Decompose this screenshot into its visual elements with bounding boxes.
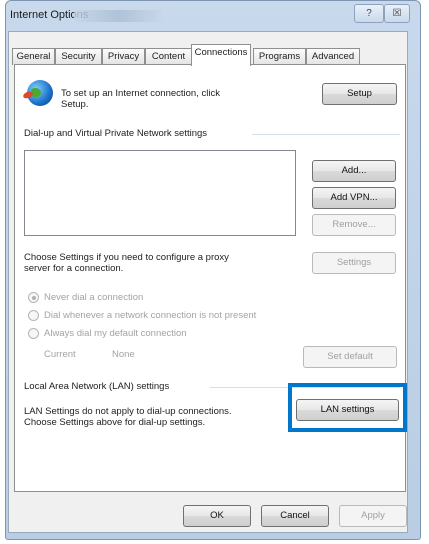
lan-settings-highlight-box <box>288 383 407 432</box>
lan-text-line2: Choose Settings above for dial-up settin… <box>24 417 206 428</box>
dialup-group-divider <box>252 134 400 135</box>
tab-content[interactable]: Content <box>145 48 192 65</box>
tab-security[interactable]: Security <box>55 48 102 65</box>
set-default-button[interactable]: Set default <box>303 346 397 368</box>
dialup-settings-button[interactable]: Settings <box>312 252 396 274</box>
close-button[interactable]: ☒ <box>384 4 410 23</box>
lan-group-label: Local Area Network (LAN) settings <box>24 381 170 392</box>
tab-strip: General Security Privacy Content Connect… <box>10 41 410 66</box>
current-value: None <box>112 349 135 360</box>
radio-never-dial-label: Never dial a connection <box>44 292 144 303</box>
radio-dial-whenever-label: Dial whenever a network connection is no… <box>44 310 257 321</box>
proxy-text-line2: server for a connection. <box>24 263 124 274</box>
radio-never-dial[interactable] <box>28 292 39 303</box>
cancel-button[interactable]: Cancel <box>261 505 329 527</box>
remove-button[interactable]: Remove... <box>312 214 396 236</box>
apply-button[interactable]: Apply <box>339 505 407 527</box>
radio-always-dial[interactable] <box>28 328 39 339</box>
tab-general[interactable]: General <box>12 48 55 65</box>
connections-listbox[interactable] <box>24 150 296 236</box>
current-label: Current <box>44 349 76 360</box>
radio-dial-whenever[interactable] <box>28 310 39 321</box>
internet-globe-icon <box>27 80 53 106</box>
blurred-title-region <box>74 10 162 22</box>
setup-text-line2: Setup. <box>61 99 89 110</box>
tab-advanced[interactable]: Advanced <box>306 48 360 65</box>
radio-always-dial-label: Always dial my default connection <box>44 328 187 339</box>
tab-programs[interactable]: Programs <box>253 48 306 65</box>
tab-privacy[interactable]: Privacy <box>102 48 145 65</box>
help-button[interactable]: ? <box>354 4 384 23</box>
dialup-group-label: Dial-up and Virtual Private Network sett… <box>24 128 208 139</box>
add-vpn-button[interactable]: Add VPN... <box>312 187 396 209</box>
setup-button[interactable]: Setup <box>322 83 397 105</box>
ok-button[interactable]: OK <box>183 505 251 527</box>
add-button[interactable]: Add... <box>312 160 396 182</box>
tab-connections[interactable]: Connections <box>191 44 251 66</box>
